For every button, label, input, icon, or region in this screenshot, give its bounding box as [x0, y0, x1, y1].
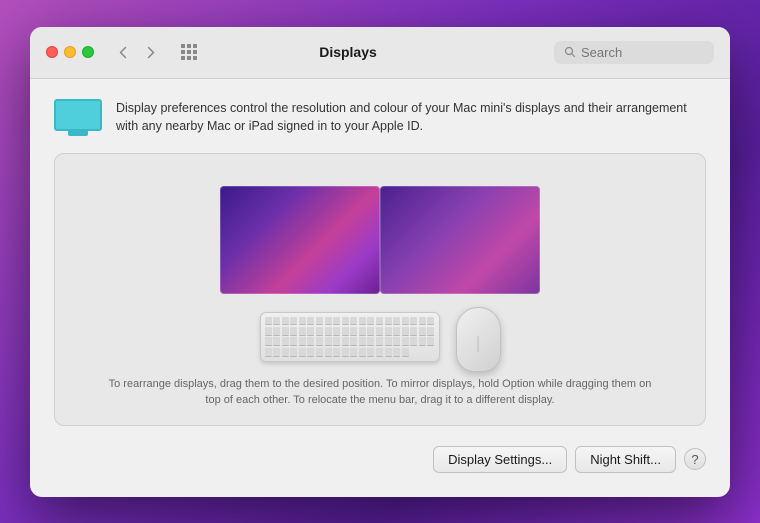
mouse-line [478, 336, 479, 352]
display-icon-stand [68, 131, 88, 136]
search-icon [564, 46, 576, 58]
titlebar: Displays [30, 27, 730, 79]
info-text: Display preferences control the resoluti… [116, 99, 706, 137]
display-icon [54, 99, 102, 137]
info-section: Display preferences control the resoluti… [54, 99, 706, 137]
display-arrangement-panel: To rearrange displays, drag them to the … [54, 153, 706, 426]
help-button[interactable]: ? [684, 448, 706, 470]
arrangement-hint: To rearrange displays, drag them to the … [100, 376, 660, 409]
night-shift-button[interactable]: Night Shift... [575, 446, 676, 473]
search-input[interactable] [581, 45, 704, 60]
display-icon-screen [54, 99, 102, 131]
system-preferences-window: Displays Display preferences control the… [30, 27, 730, 497]
maximize-button[interactable] [82, 46, 94, 58]
mouse-icon [456, 307, 501, 372]
keyboard-icon [260, 312, 440, 367]
keyboard-body [260, 312, 440, 362]
display-settings-button[interactable]: Display Settings... [433, 446, 567, 473]
close-button[interactable] [46, 46, 58, 58]
display-2[interactable] [380, 186, 540, 294]
display-1[interactable] [220, 186, 380, 294]
search-field[interactable] [554, 41, 714, 64]
displays-container [220, 174, 540, 307]
back-button[interactable] [110, 39, 136, 65]
content-area: Display preferences control the resoluti… [30, 79, 730, 497]
traffic-lights [46, 46, 94, 58]
keyboard-mouse-area [260, 307, 501, 372]
bottom-buttons: Display Settings... Night Shift... ? [54, 442, 706, 477]
window-title: Displays [150, 44, 546, 60]
minimize-button[interactable] [64, 46, 76, 58]
